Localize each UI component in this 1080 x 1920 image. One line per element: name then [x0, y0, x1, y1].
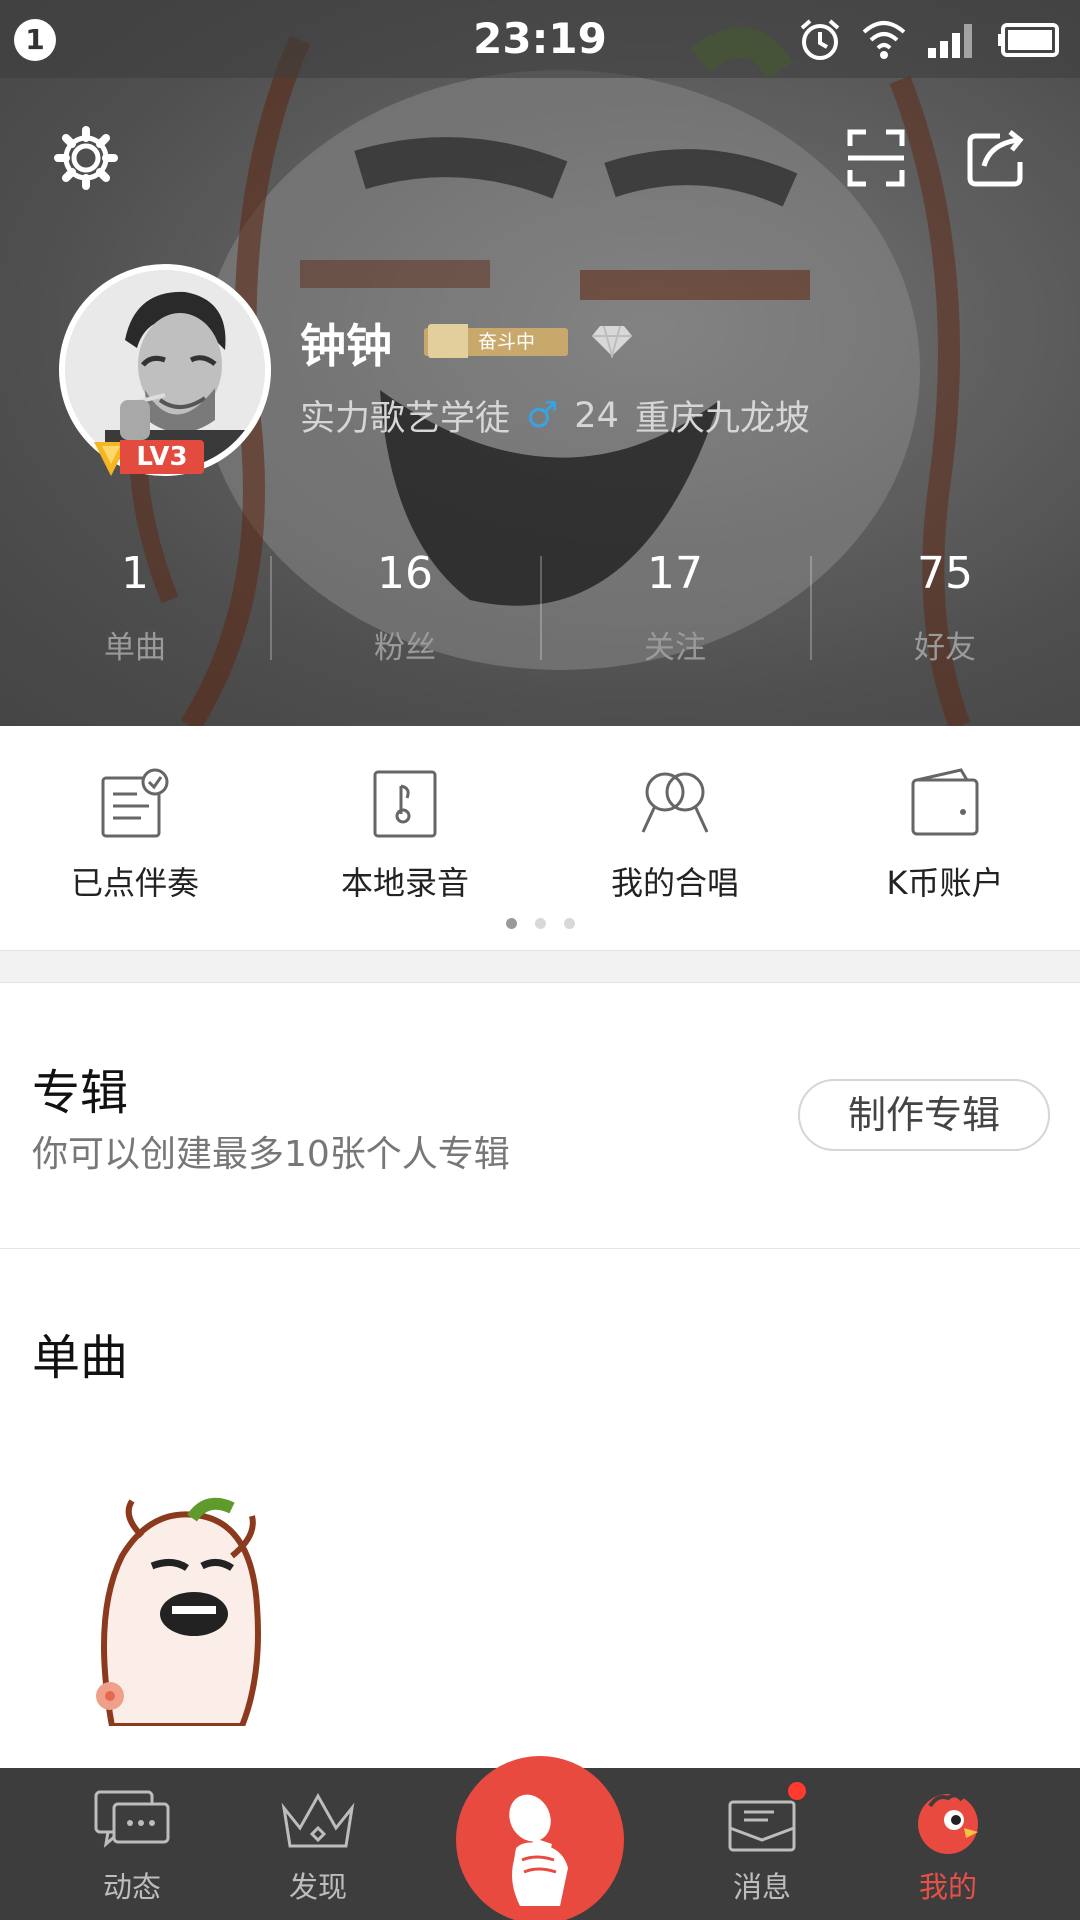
nav-label: 发现: [288, 1870, 347, 1904]
stat-label: 好友: [914, 630, 976, 666]
status-icons: [798, 16, 1062, 64]
male-gender-icon: ♂: [526, 395, 559, 436]
feature-local-recording[interactable]: 本地录音: [270, 726, 540, 950]
status-tag: 奋斗中: [424, 324, 568, 358]
album-title: 专辑: [32, 1065, 129, 1121]
album-section: 专辑 你可以创建最多10张个人专辑 制作专辑: [0, 983, 1080, 1249]
feature-row: 已点伴奏 本地录音 我的合唱 K币账户: [0, 726, 1080, 950]
stat-fans[interactable]: 16 粉丝: [270, 548, 540, 668]
stat-label: 关注: [644, 630, 706, 666]
unread-dot: [786, 1780, 808, 1802]
wifi-icon: [862, 21, 906, 59]
status-tag-text: 奋斗中: [478, 331, 536, 353]
pager-dot: [563, 918, 575, 929]
record-button[interactable]: [456, 1756, 624, 1920]
stat-following[interactable]: 17 关注: [540, 548, 810, 668]
bird-avatar-icon: [918, 1793, 978, 1854]
status-bar: 1 23:19: [0, 0, 1080, 78]
feature-label: K币账户: [886, 864, 1004, 902]
chorus-icon: [641, 772, 709, 833]
settings-gear-icon[interactable]: [50, 122, 122, 194]
level-badge: LV3: [92, 436, 208, 476]
alarm-icon: [800, 19, 840, 60]
feature-pager: [0, 918, 1080, 929]
nav-tab-me[interactable]: 我的: [868, 1768, 1028, 1920]
album-description: 你可以创建最多10张个人专辑: [32, 1134, 510, 1175]
nav-tab-messages[interactable]: 消息: [682, 1768, 842, 1920]
single-cover[interactable]: [82, 1496, 282, 1726]
stats-row: 1 单曲 16 粉丝 17 关注 75 好友: [0, 548, 1080, 668]
singles-section: 单曲: [0, 1250, 1080, 1770]
chat-bubbles-icon: [94, 1790, 170, 1848]
nav-label: 我的: [918, 1870, 977, 1904]
nav-tab-discover[interactable]: 发现: [238, 1768, 398, 1920]
nav-tab-feed[interactable]: 动态: [52, 1768, 212, 1920]
battery-icon: [998, 23, 1059, 57]
user-title: 实力歌艺学徒: [300, 399, 511, 439]
book-icon: [428, 324, 468, 358]
stat-value: 75: [917, 548, 973, 599]
stat-label: 单曲: [104, 630, 166, 666]
microphone-hand-icon: [509, 1794, 568, 1906]
feature-ordered-accompaniment[interactable]: 已点伴奏: [0, 726, 270, 950]
feature-my-chorus[interactable]: 我的合唱: [540, 726, 810, 950]
signal-icon: [928, 24, 972, 58]
stat-value: 16: [377, 548, 433, 599]
nav-label: 消息: [732, 1870, 791, 1904]
stat-singles[interactable]: 1 单曲: [0, 548, 270, 668]
level-text: LV3: [120, 440, 204, 474]
ordered-accompaniment-icon: [101, 768, 169, 838]
feature-kcoin-account[interactable]: K币账户: [810, 726, 1080, 950]
user-subinfo: 实力歌艺学徒 ♂ 24 重庆九龙坡: [300, 390, 810, 441]
username: 钟钟: [300, 319, 392, 373]
local-recording-icon: [373, 770, 437, 838]
singles-title: 单曲: [32, 1330, 129, 1386]
pager-dot: [534, 918, 546, 929]
feature-label: 已点伴奏: [70, 864, 199, 902]
stat-value: 1: [121, 548, 149, 599]
create-album-button[interactable]: 制作专辑: [798, 1079, 1050, 1151]
crown-icon: [281, 1792, 355, 1848]
section-divider: [0, 950, 1080, 983]
single-cover-art: [96, 1497, 261, 1726]
user-age: 24: [574, 395, 619, 436]
diamond-icon[interactable]: [590, 322, 634, 358]
feature-label: 我的合唱: [610, 864, 739, 902]
wallet-icon: [911, 768, 979, 836]
user-location: 重庆九龙坡: [634, 399, 810, 439]
scan-icon[interactable]: [840, 122, 912, 194]
stat-label: 粉丝: [374, 630, 436, 666]
stat-friends[interactable]: 75 好友: [810, 548, 1080, 668]
share-icon[interactable]: [960, 122, 1032, 194]
stat-value: 17: [647, 548, 703, 599]
pager-dot: [505, 918, 517, 929]
feature-label: 本地录音: [340, 864, 469, 902]
nav-label: 动态: [102, 1870, 161, 1904]
